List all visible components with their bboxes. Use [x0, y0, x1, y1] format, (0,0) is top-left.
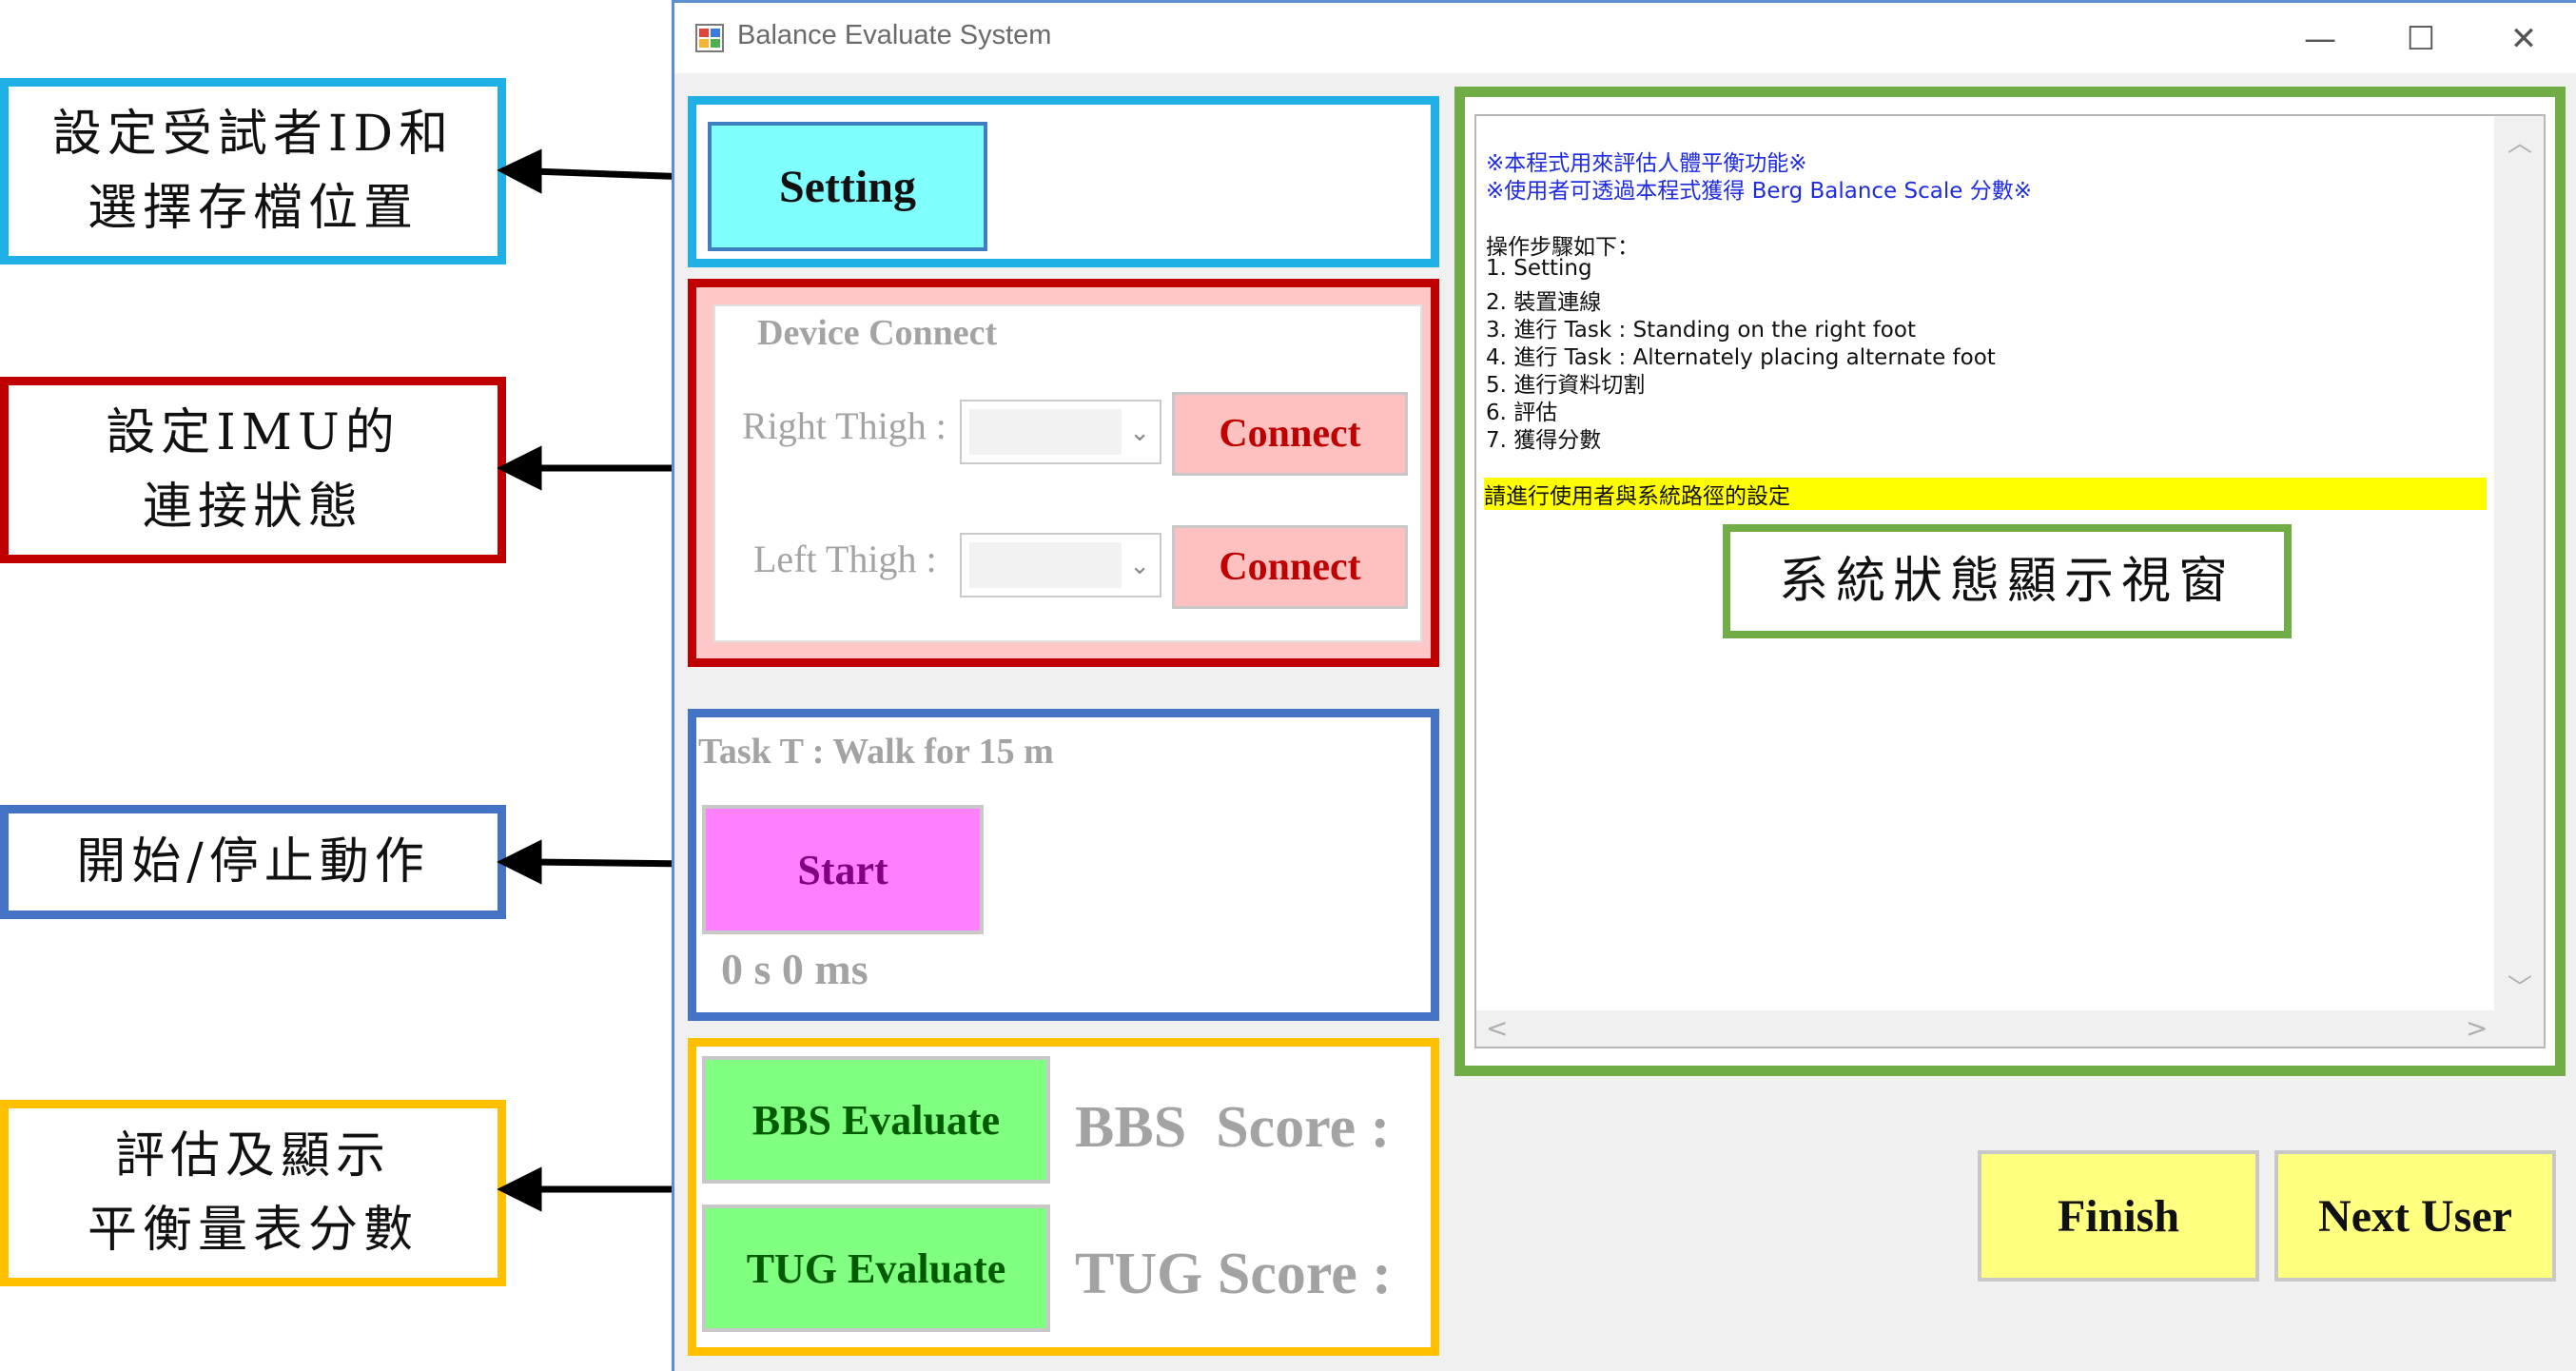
annotation-score-line-2: 平衡量表分數 [87, 1202, 419, 1259]
arrow-action-head [497, 839, 542, 885]
window-title: Balance Evaluate System [737, 20, 1052, 50]
setting-button[interactable]: Setting [708, 122, 987, 251]
scroll-left-icon[interactable]: < [1486, 1012, 1508, 1044]
annotation-score-line-1: 評估及顯示 [114, 1127, 391, 1185]
annotation-imu-line-2: 連接狀態 [142, 479, 363, 536]
app-window: Balance Evaluate System — ☐ ✕ Setting De… [672, 0, 2576, 1371]
annotation-action: 開始/停止動作 [0, 805, 506, 919]
annotation-action-line-1: 開始/停止動作 [76, 833, 430, 891]
right-thigh-dropdown-field [969, 409, 1122, 455]
app-icon [695, 24, 724, 52]
log-step-1: 1. Setting [1486, 256, 1592, 281]
left-thigh-dropdown-field [969, 542, 1122, 588]
chevron-down-icon: ⌄ [1129, 552, 1150, 580]
task-title: Task T : Walk for 15 m [698, 732, 1054, 772]
annotation-setting-line-2: 選擇存檔位置 [87, 180, 419, 237]
log-line-intro-2: ※使用者可透過本程式獲得 Berg Balance Scale 分數※ [1486, 179, 2032, 204]
maximize-button[interactable]: ☐ [2392, 12, 2449, 66]
task-timer: 0 s 0 ms [721, 945, 868, 993]
device-connect-section: Device Connect Right Thigh : ⌄ Connect L… [688, 279, 1439, 667]
annotation-setting: 設定受試者ID和 選擇存檔位置 [0, 78, 506, 264]
left-thigh-label: Left Thigh : [753, 538, 937, 580]
arrow-imu-head [497, 445, 542, 491]
horizontal-scrollbar[interactable]: < > [1476, 1010, 2494, 1047]
close-button[interactable]: ✕ [2495, 12, 2552, 66]
setting-section: Setting [688, 96, 1439, 267]
tug-score-label: TUG Score : [1075, 1242, 1392, 1306]
log-step-7: 7. 獲得分數 [1486, 428, 1602, 453]
right-thigh-label: Right Thigh : [742, 404, 946, 447]
next-user-button[interactable]: Next User [2274, 1150, 2556, 1282]
scrollbar-corner [2494, 1010, 2544, 1047]
device-connect-title: Device Connect [750, 312, 1005, 354]
right-thigh-connect-button[interactable]: Connect [1172, 392, 1408, 476]
log-highlight-line: 請進行使用者與系統路徑的設定 [1484, 478, 2487, 510]
right-thigh-dropdown[interactable]: ⌄ [960, 400, 1161, 464]
scroll-down-icon[interactable]: ﹀ [2508, 969, 2532, 1004]
evaluate-section: BBS Evaluate BBS Score : TUG Evaluate TU… [688, 1038, 1439, 1356]
start-button[interactable]: Start [702, 805, 984, 934]
task-section: Task T : Walk for 15 m Start 0 s 0 ms [688, 709, 1439, 1021]
annotation-imu: 設定IMU的 連接狀態 [0, 377, 506, 563]
bbs-evaluate-button[interactable]: BBS Evaluate [702, 1056, 1050, 1184]
title-bar[interactable]: Balance Evaluate System — ☐ ✕ [674, 3, 2576, 73]
annotation-status-window: 系統狀態顯示視窗 [1723, 524, 2292, 638]
finish-button[interactable]: Finish [1978, 1150, 2259, 1282]
arrow-action [532, 858, 692, 868]
annotation-imu-line-1: 設定IMU的 [106, 404, 400, 461]
left-thigh-dropdown[interactable]: ⌄ [960, 533, 1161, 597]
left-thigh-connect-button[interactable]: Connect [1172, 525, 1408, 609]
scroll-right-icon[interactable]: > [2466, 1012, 2488, 1044]
annotation-setting-line-1: 設定受試者ID和 [51, 106, 455, 163]
annotation-status-window-text: 系統狀態顯示視窗 [1778, 553, 2235, 610]
annotation-score: 評估及顯示 平衡量表分數 [0, 1100, 506, 1286]
arrow-setting-head [497, 148, 542, 194]
scroll-up-icon[interactable]: ︿ [2508, 124, 2532, 159]
tug-evaluate-button[interactable]: TUG Evaluate [702, 1205, 1050, 1332]
arrow-setting [532, 167, 692, 181]
arrow-score-head [497, 1166, 542, 1212]
vertical-scrollbar[interactable]: ︿ ﹀ [2494, 116, 2544, 1010]
chevron-down-icon: ⌄ [1129, 419, 1150, 447]
minimize-button[interactable]: — [2292, 12, 2349, 66]
bbs-score-label: BBS Score : [1075, 1095, 1391, 1160]
